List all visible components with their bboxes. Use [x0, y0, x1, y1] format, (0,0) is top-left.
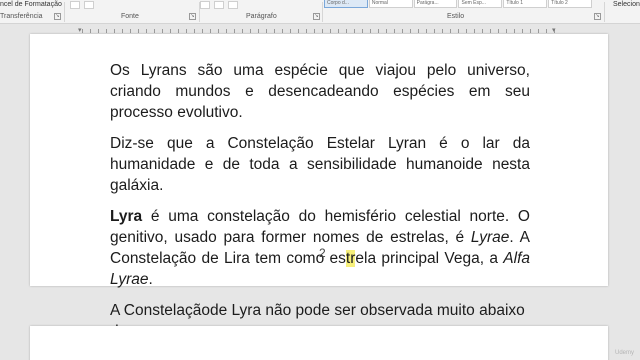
paragraph-lyrans[interactable]: Os Lyrans são uma espécie que viajou pel…	[110, 60, 530, 123]
select-button[interactable]: Selecion	[613, 1, 640, 8]
group-label-clipboard: Transferência	[0, 13, 43, 20]
document-body[interactable]: Os Lyrans são uma espécie que viajou pel…	[110, 60, 530, 342]
bold-term: Lyra	[110, 208, 143, 225]
document-page[interactable]: Os Lyrans são uma espécie que viajou pel…	[30, 34, 608, 340]
divider	[199, 2, 200, 22]
style-corpo[interactable]: Corpo d...	[324, 0, 368, 8]
styles-launcher-icon[interactable]: ↘	[594, 13, 601, 20]
numbering-button[interactable]	[214, 1, 224, 9]
paragraph-launcher-icon[interactable]: ↘	[313, 13, 320, 20]
group-label-paragraph: Parágrafo	[246, 13, 277, 20]
text-run: é uma constelação do hemisfério celestia…	[110, 208, 530, 246]
right-indent-marker-icon[interactable]: ▾	[552, 26, 556, 34]
bullets-button[interactable]	[200, 1, 210, 9]
multilevel-list-button[interactable]	[228, 1, 238, 9]
clipboard-launcher-icon[interactable]: ↘	[54, 13, 61, 20]
divider	[604, 2, 605, 22]
page-number: 2	[319, 246, 326, 260]
font-launcher-icon[interactable]: ↘	[189, 13, 196, 20]
cursor-highlight: tr	[345, 250, 356, 267]
font-size-box[interactable]	[84, 1, 94, 9]
group-label-font: Fonte	[121, 13, 139, 20]
next-page[interactable]	[30, 326, 608, 360]
paragraph-constelacao[interactable]: Diz-se que a Constelação Estelar Lyran é…	[110, 133, 530, 196]
style-titulo-1[interactable]: Título 1	[503, 0, 548, 8]
font-name-box[interactable]	[70, 1, 80, 9]
group-label-styles: Estilo	[447, 13, 465, 20]
ribbon: ncel de Formatação Corpo d... Normal Par…	[0, 0, 640, 24]
watermark-logo: Udemy	[614, 350, 634, 356]
ruler-ticks	[82, 29, 556, 33]
text-run: .	[148, 271, 153, 288]
style-titulo-2[interactable]: Título 2	[548, 0, 592, 8]
divider	[64, 2, 65, 22]
divider	[322, 2, 323, 22]
left-indent-marker-icon[interactable]: ▾	[78, 26, 82, 34]
style-normal[interactable]: Normal	[368, 0, 413, 8]
format-painter-button[interactable]: ncel de Formatação	[0, 1, 62, 8]
text-run: ela principal Vega, a	[355, 250, 504, 267]
styles-gallery: Corpo d... Normal Parágra... Sem Esp... …	[324, 0, 592, 8]
text-run: es	[329, 250, 346, 267]
style-paragrafo[interactable]: Parágra...	[413, 0, 458, 8]
italic-term: Lyrae	[470, 229, 510, 246]
style-sem-espaco[interactable]: Sem Esp...	[458, 0, 503, 8]
